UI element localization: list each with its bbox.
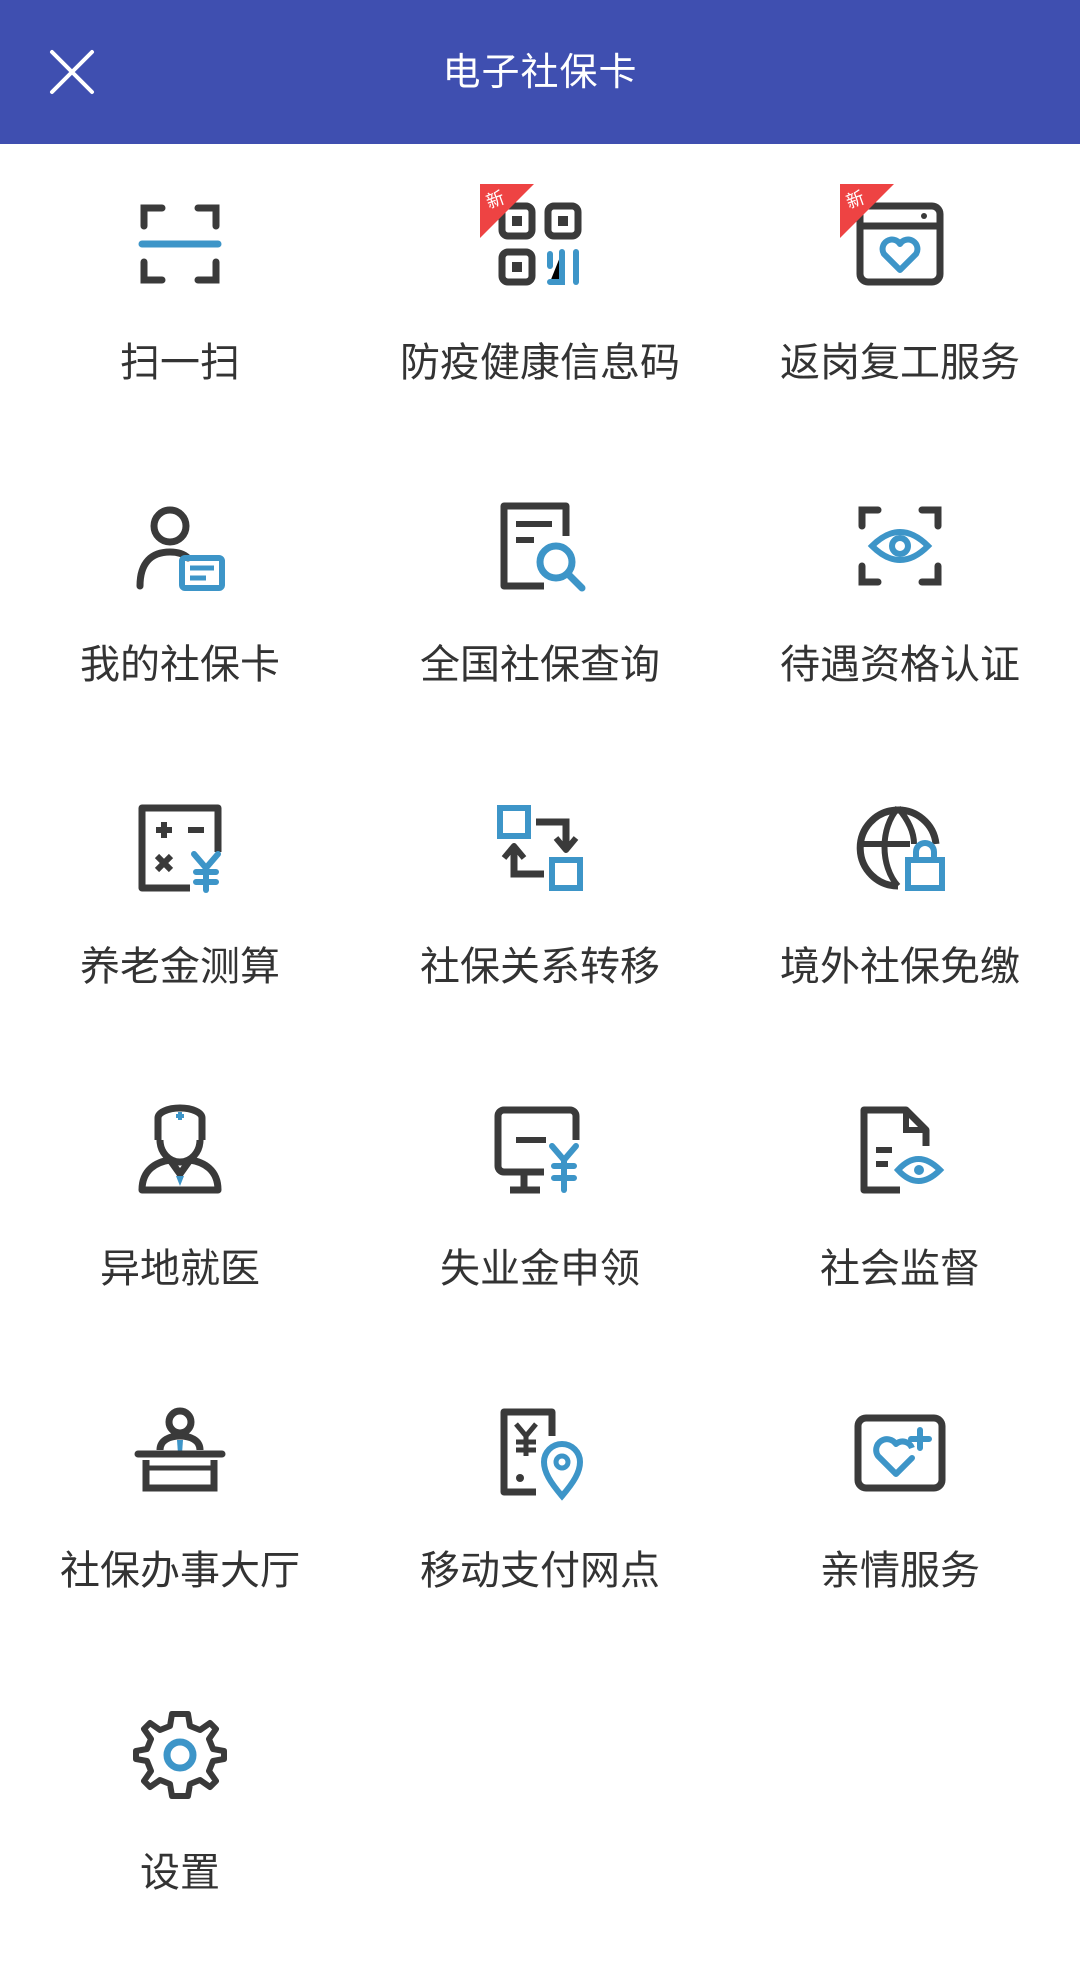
grid-item-label: 我的社保卡 <box>80 642 280 688</box>
calculator-yuan-icon <box>138 804 222 893</box>
grid-item-my-card[interactable]: 我的社保卡 <box>0 446 360 748</box>
grid-item-national-query[interactable]: 全国社保查询 <box>360 446 720 748</box>
grid-item-qualification[interactable]: 待遇资格认证 <box>720 446 1080 748</box>
grid-item-overseas[interactable]: 境外社保免缴 <box>720 748 1080 1050</box>
grid-item-pension-calc[interactable]: 养老金测算 <box>0 748 360 1050</box>
grid-item-label: 扫一扫 <box>120 340 240 386</box>
grid-item-return-work[interactable]: 新 返岗复工服务 <box>720 144 1080 446</box>
gear-icon <box>133 1711 227 1799</box>
grid-item-transfer[interactable]: 社保关系转移 <box>360 748 720 1050</box>
scan-icon <box>138 204 222 284</box>
grid-item-label: 境外社保免缴 <box>780 944 1020 990</box>
grid-item-scan[interactable]: 扫一扫 <box>0 144 360 446</box>
service-desk-icon <box>134 1407 226 1492</box>
grid-item-label: 社保关系转移 <box>420 944 660 990</box>
grid-item-settings[interactable]: 设置 <box>0 1654 360 1956</box>
grid-item-label: 养老金测算 <box>80 944 280 990</box>
grid-item-label: 全国社保查询 <box>420 642 660 688</box>
transfer-icon <box>497 805 583 891</box>
document-eye-icon <box>860 1106 945 1194</box>
heart-card-icon <box>854 1414 946 1492</box>
grid-item-label: 亲情服务 <box>820 1548 980 1594</box>
grid-item-label: 设置 <box>140 1850 220 1896</box>
grid-item-remote-medical[interactable]: 异地就医 <box>0 1050 360 1352</box>
grid-item-mobile-payment[interactable]: 移动支付网点 <box>360 1352 720 1654</box>
page-title: 电子社保卡 <box>442 50 638 94</box>
user-card-icon <box>136 506 225 591</box>
document-search-icon <box>500 502 586 592</box>
payment-location-icon <box>500 1408 584 1501</box>
eye-scan-icon <box>858 506 942 586</box>
grid-item-label: 社保办事大厅 <box>60 1548 300 1594</box>
grid-item-family-service[interactable]: 亲情服务 <box>720 1352 1080 1654</box>
doctor-icon <box>138 1104 222 1194</box>
grid-item-label: 异地就医 <box>100 1246 260 1292</box>
grid-item-health-code[interactable]: 新 防疫健康信息码 <box>360 144 720 446</box>
grid-item-supervision[interactable]: 社会监督 <box>720 1050 1080 1352</box>
grid-item-label: 待遇资格认证 <box>780 642 1020 688</box>
app-header: 电子社保卡 <box>0 0 1080 144</box>
service-grid: 扫一扫 新 防疫健康信息码 新 返岗复工服务 我的社保卡 全国社保查询 待遇资格… <box>0 144 1080 1956</box>
globe-lock-icon <box>856 805 945 891</box>
grid-item-label: 返岗复工服务 <box>780 340 1020 386</box>
grid-item-label: 移动支付网点 <box>420 1548 660 1594</box>
grid-item-label: 失业金申领 <box>440 1246 640 1292</box>
grid-item-label: 社会监督 <box>820 1246 980 1292</box>
monitor-yuan-icon <box>494 1106 580 1194</box>
grid-item-label: 防疫健康信息码 <box>400 340 680 386</box>
grid-item-unemployment[interactable]: 失业金申领 <box>360 1050 720 1352</box>
grid-item-service-hall[interactable]: 社保办事大厅 <box>0 1352 360 1654</box>
